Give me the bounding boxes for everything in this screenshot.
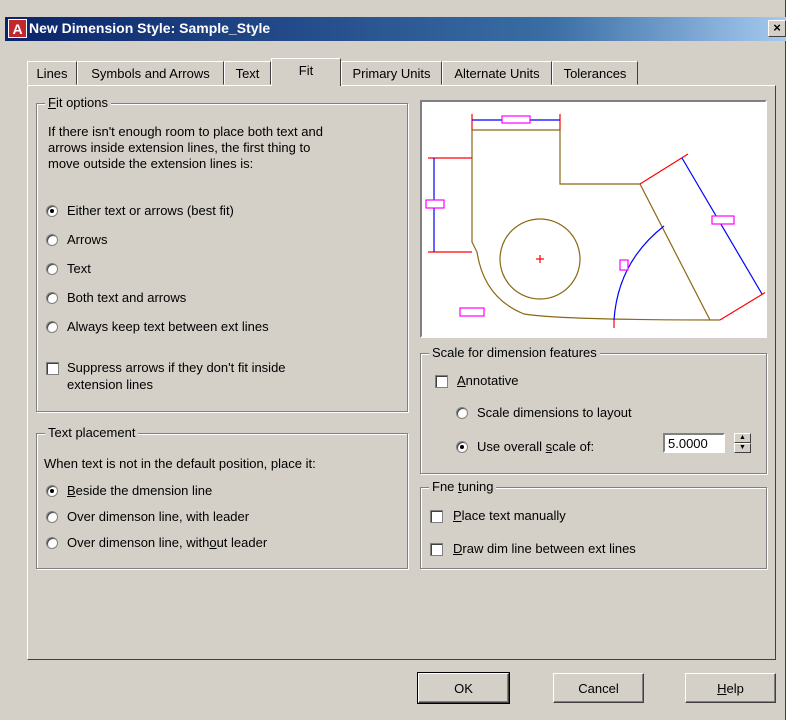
label-either-text-or-arrows[interactable]: Either text or arrows (best fit)	[67, 203, 234, 218]
label-over-line-with-leader[interactable]: Over dimenson line, with leader	[67, 509, 249, 524]
annotative-label[interactable]: Annotative	[457, 373, 518, 388]
suppress-arrows-checkbox[interactable]	[46, 362, 59, 375]
suppress-arrows-label-line-1[interactable]: Suppress arrows if they don't fit inside	[67, 360, 286, 375]
fit-description-line-3: move outside the extension lines is:	[48, 156, 254, 171]
label-arrows[interactable]: Arrows	[67, 232, 107, 247]
tab-alternate-units[interactable]: Alternate Units	[442, 61, 552, 85]
tab-text[interactable]: Text	[224, 61, 271, 85]
scale-group-title: Scale for dimension features	[429, 345, 600, 360]
spin-down-arrow-icon[interactable]: ▼	[734, 443, 751, 453]
title-bar[interactable]: A New Dimension Style: Sample_Style ×	[5, 17, 786, 41]
radio-arrows[interactable]	[46, 234, 58, 246]
tab-fit[interactable]: Fit	[271, 58, 341, 86]
place-text-manually-label[interactable]: Place text manually	[453, 508, 566, 523]
label-always-keep-text[interactable]: Always keep text between ext lines	[67, 319, 269, 334]
tab-symbols-and-arrows[interactable]: Symbols and Arrows	[77, 61, 224, 85]
fine-tuning-group: Fne tuning	[420, 479, 767, 569]
radio-overall-scale[interactable]	[456, 441, 468, 453]
suppress-arrows-label-line-2[interactable]: extension lines	[67, 377, 153, 392]
tab-primary-units[interactable]: Primary Units	[341, 61, 442, 85]
place-text-manually-checkbox[interactable]	[430, 510, 443, 523]
overall-scale-input[interactable]: 5.0000	[663, 433, 725, 453]
draw-dim-line-label[interactable]: Draw dim line between ext lines	[453, 541, 636, 556]
fit-options-title: Fit options	[45, 95, 111, 110]
radio-text[interactable]	[46, 263, 58, 275]
ok-button[interactable]: OK	[417, 672, 510, 704]
help-button[interactable]: Help	[685, 673, 776, 703]
radio-either-text-or-arrows[interactable]	[46, 205, 58, 217]
autocad-app-icon: A	[8, 19, 27, 38]
cancel-button[interactable]: Cancel	[553, 673, 644, 703]
preview-drawing	[425, 114, 765, 328]
dialog-window: A New Dimension Style: Sample_Style × Li…	[0, 0, 786, 720]
label-scale-to-layout[interactable]: Scale dimensions to layout	[477, 405, 632, 420]
dimension-preview	[420, 100, 767, 338]
window-title: New Dimension Style: Sample_Style	[29, 20, 271, 36]
radio-over-line-without-leader[interactable]	[46, 537, 58, 549]
fit-description-line-1: If there isn't enough room to place both…	[48, 124, 323, 139]
fine-tuning-title: Fne tuning	[429, 479, 497, 494]
radio-both-text-and-arrows[interactable]	[46, 292, 58, 304]
label-over-line-without-leader[interactable]: Over dimenson line, without leader	[67, 535, 267, 550]
overall-scale-spinner[interactable]: ▲ ▼	[734, 433, 751, 453]
label-both-text-and-arrows[interactable]: Both text and arrows	[67, 290, 186, 305]
text-placement-title: Text placement	[45, 425, 139, 440]
text-placement-description: When text is not in the default position…	[44, 456, 316, 471]
spin-up-arrow-icon[interactable]: ▲	[734, 433, 751, 443]
radio-always-keep-text[interactable]	[46, 321, 58, 333]
draw-dim-line-checkbox[interactable]	[430, 543, 443, 556]
tab-lines[interactable]: Lines	[27, 61, 77, 85]
label-beside-dimension-line[interactable]: Beside the dmension line	[67, 483, 212, 498]
radio-over-line-with-leader[interactable]	[46, 511, 58, 523]
radio-beside-dimension-line[interactable]	[46, 485, 58, 497]
tab-tolerances[interactable]: Tolerances	[552, 61, 638, 85]
label-text[interactable]: Text	[67, 261, 91, 276]
fit-description-line-2: arrows inside extension lines, the first…	[48, 140, 311, 155]
label-overall-scale[interactable]: Use overall scale of:	[477, 439, 594, 454]
annotative-checkbox[interactable]	[435, 375, 448, 388]
close-button[interactable]: ×	[768, 20, 786, 37]
radio-scale-to-layout[interactable]	[456, 407, 468, 419]
